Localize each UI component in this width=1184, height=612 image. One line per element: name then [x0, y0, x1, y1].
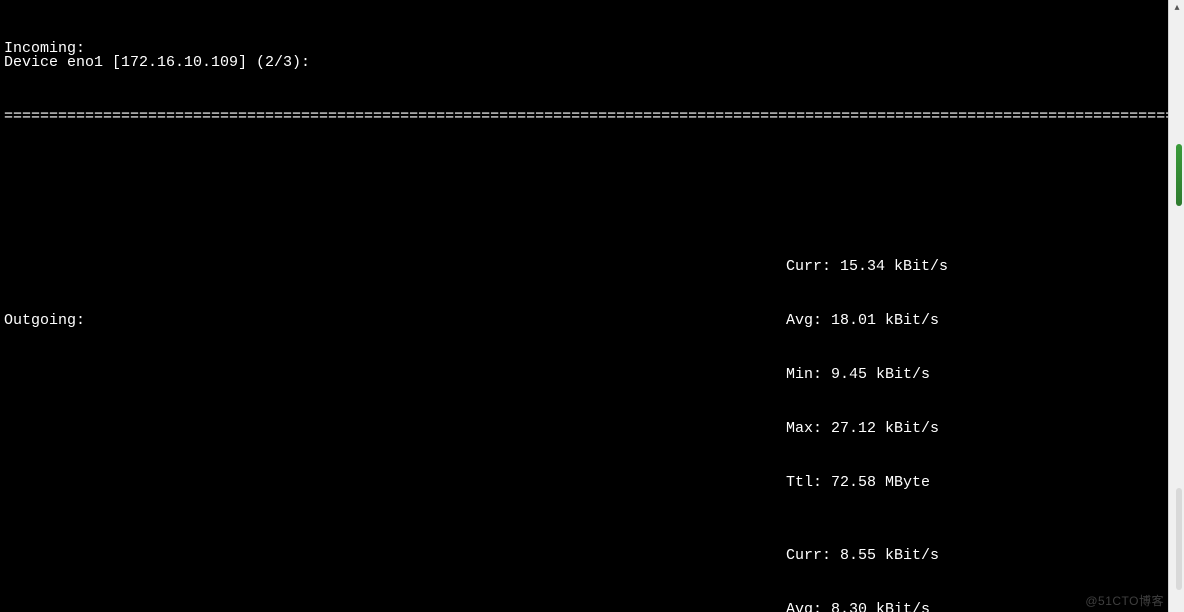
scrollbar-thumb-secondary[interactable] — [1176, 488, 1182, 590]
outgoing-curr: Curr: 8.55 kBit/s — [786, 547, 1001, 565]
divider-line: ========================================… — [0, 108, 1168, 126]
terminal-window[interactable]: Device eno1 [172.16.10.109] (2/3): =====… — [0, 0, 1168, 612]
outgoing-avg: Avg: 8.30 kBit/s — [786, 601, 1001, 612]
incoming-max: Max: 27.12 kBit/s — [786, 420, 948, 438]
watermark-text: @51CTO博客 — [1085, 592, 1164, 610]
incoming-curr: Curr: 15.34 kBit/s — [786, 258, 948, 276]
device-header-line: Device eno1 [172.16.10.109] (2/3): — [0, 54, 1168, 72]
outgoing-section-label: Outgoing: — [4, 312, 85, 330]
viewport: Device eno1 [172.16.10.109] (2/3): =====… — [0, 0, 1184, 612]
incoming-ttl: Ttl: 72.58 MByte — [786, 474, 948, 492]
incoming-avg: Avg: 18.01 kBit/s — [786, 312, 948, 330]
outgoing-stats-block: Curr: 8.55 kBit/s Avg: 8.30 kBit/s Min: … — [786, 511, 1001, 612]
incoming-min: Min: 9.45 kBit/s — [786, 366, 948, 384]
incoming-stats-block: Curr: 15.34 kBit/s Avg: 18.01 kBit/s Min… — [786, 222, 948, 528]
incoming-section-label: Incoming: — [4, 40, 85, 58]
scroll-up-arrow-icon[interactable] — [1169, 0, 1184, 16]
vertical-scrollbar[interactable] — [1168, 0, 1184, 612]
scrollbar-thumb-active[interactable] — [1176, 144, 1182, 206]
